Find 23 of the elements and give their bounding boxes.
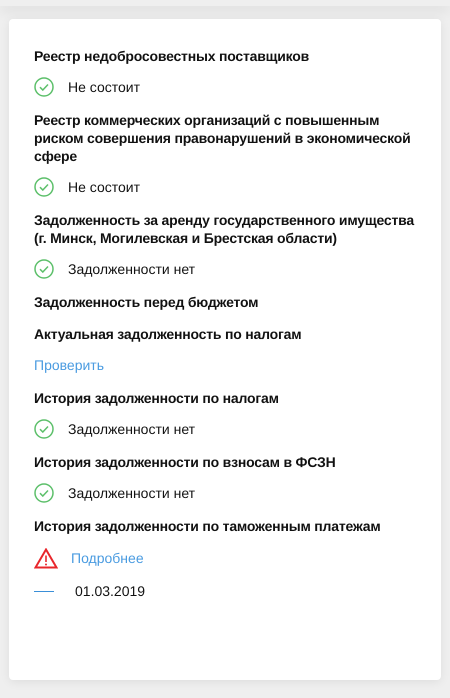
- date-text: 01.03.2019: [75, 582, 146, 600]
- section-title: История задолженности по налогам: [34, 389, 280, 407]
- status-text: Задолженности нет: [68, 260, 196, 279]
- warning-icon: [34, 548, 58, 568]
- section-title: Актуальная задолженность по налогам: [34, 325, 302, 343]
- status-text: Задолженности нет: [68, 420, 196, 439]
- section-title: Задолженность перед бюджетом: [34, 293, 260, 311]
- section-title: История задолженности по таможенным платежам: [34, 517, 382, 535]
- dash-icon: [34, 590, 54, 592]
- check-circle-icon: [34, 77, 54, 97]
- status-text: Не состоит: [68, 178, 140, 196]
- details-link[interactable]: Подробнее: [71, 548, 144, 568]
- section-title: Реестр недобросовестных поставщиков: [34, 47, 310, 65]
- check-circle-icon: [34, 419, 54, 439]
- section-title: Реестр коммерческих организаций с повышенным риском совершения правонарушений в экономической сфере: [34, 111, 412, 165]
- status-text: Не состоит: [68, 78, 140, 96]
- check-circle-icon: [34, 177, 54, 197]
- check-link[interactable]: Проверить: [34, 355, 104, 375]
- section-title: История задолженности по взносам в ФСЗН: [34, 453, 337, 471]
- check-circle-icon: [34, 259, 54, 279]
- status-text: Задолженности нет: [68, 484, 196, 503]
- check-circle-icon: [34, 483, 54, 503]
- section-title: Задолженность за аренду государственного имущества (г. Минск, Могилевская и Брестская области): [34, 211, 416, 247]
